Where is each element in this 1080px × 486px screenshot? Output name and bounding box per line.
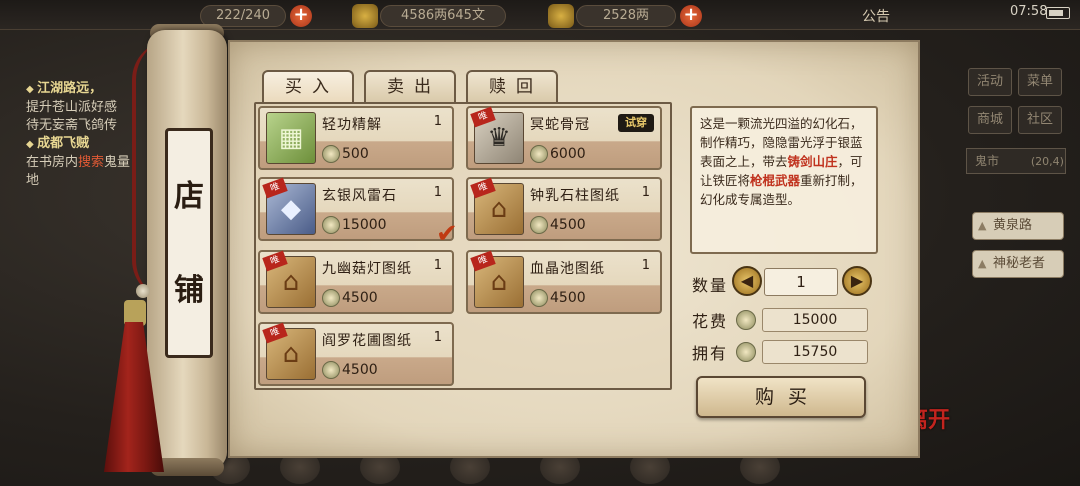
- map-coordinates: (20,4): [1030, 155, 1064, 168]
- shop-item-card[interactable]: ⌂ 唯 九幽菇灯图纸 1 4500: [258, 250, 454, 314]
- description-highlight: 枪棍武器: [750, 173, 801, 188]
- decrease-quantity-button[interactable]: ◀: [732, 266, 762, 296]
- tab-buy[interactable]: 买入: [262, 70, 354, 104]
- coin-icon: [322, 145, 340, 163]
- shop-item-card[interactable]: ⌂ 唯 钟乳石柱图纸 1 4500: [466, 177, 662, 241]
- map-name: 鬼市: [975, 154, 1000, 168]
- coin-icon: [322, 216, 340, 234]
- shop-item-card[interactable]: ⌂ 唯 阎罗花圃图纸 1 4500: [258, 322, 454, 386]
- shop-item-card-selected[interactable]: ◆ 唯 玄银风雷石 1 15000 ✔: [258, 177, 458, 249]
- shop-title: 店 铺: [165, 128, 213, 358]
- right-menu: 活动 菜单 商城 社区 鬼市 (20,4) 黄泉路 神秘老者: [962, 58, 1074, 368]
- gold-counter: 2528两: [576, 5, 676, 27]
- item-name: 冥蛇骨冠: [530, 117, 590, 133]
- try-on-badge[interactable]: 试穿: [618, 114, 654, 132]
- add-gold-button[interactable]: +: [680, 5, 702, 27]
- item-quantity: 1: [433, 185, 442, 200]
- community-button[interactable]: 社区: [1018, 106, 1062, 134]
- tassel-bead: [136, 284, 150, 298]
- item-price: 500: [342, 146, 369, 162]
- tab-redeem[interactable]: 赎回: [466, 70, 558, 104]
- item-price: 6000: [550, 146, 586, 162]
- jade-mahjong-icon: ▦: [266, 112, 316, 164]
- silver-counter: 4586两645文: [380, 5, 506, 27]
- npc-mysterious-elder[interactable]: 神秘老者: [972, 250, 1064, 278]
- mall-button[interactable]: 商城: [968, 106, 1012, 134]
- minimap-location[interactable]: 鬼市 (20,4): [966, 148, 1066, 174]
- item-name: 轻功精解: [322, 117, 382, 133]
- coin-icon: [530, 289, 548, 307]
- activity-button[interactable]: 活动: [968, 68, 1012, 96]
- item-quantity: 1: [433, 114, 442, 129]
- item-description: 这是一颗流光四溢的幻化石，制作精巧，隐隐雷光浮于银蓝表面之上，带去铸剑山庄，可让…: [690, 106, 878, 254]
- notice-button[interactable]: 公告: [862, 6, 890, 26]
- item-price: 4500: [550, 217, 586, 233]
- shop-item-card[interactable]: ♛ 唯 冥蛇骨冠 试穿 6000: [466, 106, 662, 170]
- gold-ingot-icon: [548, 4, 574, 28]
- item-name: 钟乳石柱图纸: [530, 188, 620, 204]
- silver-ingot-icon: [352, 4, 378, 28]
- shop-item-card[interactable]: ▦ 轻功精解 1 500: [258, 106, 454, 170]
- cost-value: 15000: [762, 308, 868, 332]
- item-quantity: 1: [433, 258, 442, 273]
- quantity-label: 数量: [692, 276, 729, 295]
- item-price: 4500: [342, 362, 378, 378]
- item-name: 九幽菇灯图纸: [322, 261, 412, 277]
- item-price: 4500: [342, 290, 378, 306]
- coin-icon: [322, 289, 340, 307]
- add-stamina-button[interactable]: +: [290, 5, 312, 27]
- coin-icon: [322, 361, 340, 379]
- clock-text: 07:58: [1010, 4, 1048, 19]
- item-quantity: 1: [641, 185, 650, 200]
- shop-title-char: 铺: [174, 273, 204, 308]
- shop-title-char: 店: [174, 179, 204, 214]
- coin-icon: [530, 216, 548, 234]
- cost-label: 花费: [692, 312, 729, 331]
- item-price: 4500: [550, 290, 586, 306]
- coin-icon: [736, 342, 756, 362]
- item-quantity: 1: [433, 330, 442, 345]
- tab-sell[interactable]: 卖出: [364, 70, 456, 104]
- item-name: 玄银风雷石: [322, 188, 397, 204]
- checkmark-icon: ✔: [436, 219, 458, 249]
- battery-icon: [1046, 7, 1070, 19]
- item-quantity: 1: [641, 258, 650, 273]
- item-name: 血晶池图纸: [530, 261, 605, 277]
- quantity-input[interactable]: 1: [764, 268, 838, 296]
- owned-value: 15750: [762, 340, 868, 364]
- item-name: 阎罗花圃图纸: [322, 333, 412, 349]
- buy-button[interactable]: 购买: [696, 376, 866, 418]
- shop-item-card[interactable]: ⌂ 唯 血晶池图纸 1 4500: [466, 250, 662, 314]
- description-highlight: 铸剑山庄: [787, 154, 838, 169]
- increase-quantity-button[interactable]: ▶: [842, 266, 872, 296]
- coin-icon: [530, 145, 548, 163]
- coin-icon: [736, 310, 756, 330]
- item-price: 15000: [342, 217, 387, 233]
- owned-label: 拥有: [692, 344, 729, 363]
- npc-huangquanlu[interactable]: 黄泉路: [972, 212, 1064, 240]
- menu-button[interactable]: 菜单: [1018, 68, 1062, 96]
